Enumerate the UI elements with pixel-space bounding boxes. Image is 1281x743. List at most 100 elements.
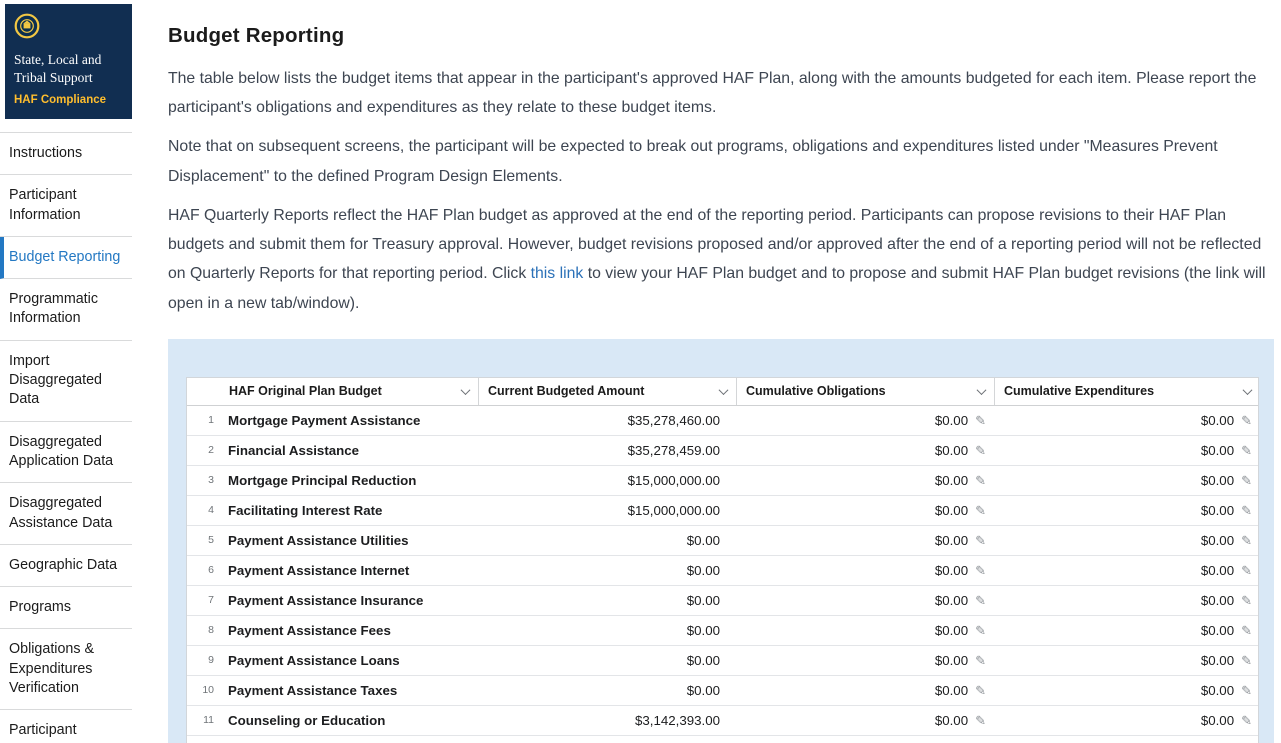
edit-pencil-icon[interactable]: ✎ xyxy=(975,624,986,637)
table-row: 1Mortgage Payment Assistance$35,278,460.… xyxy=(187,406,1258,436)
sidebar-item-budget-reporting[interactable]: Budget Reporting xyxy=(0,237,132,279)
row-number: 11 xyxy=(187,714,221,726)
cumulative-obligations: $0.00✎ xyxy=(736,563,994,578)
edit-pencil-icon[interactable]: ✎ xyxy=(1241,414,1252,427)
current-budgeted-amount: $0.00 xyxy=(478,533,736,548)
edit-pencil-icon[interactable]: ✎ xyxy=(975,684,986,697)
cumulative-expenditures: $0.00✎ xyxy=(994,503,1260,518)
edit-pencil-icon[interactable]: ✎ xyxy=(1241,474,1252,487)
column-header-label: HAF Original Plan Budget xyxy=(229,384,382,398)
sidebar-header: State, Local and Tribal Support HAF Comp… xyxy=(5,4,132,119)
budget-item-name: Payment Assistance Utilities xyxy=(221,533,478,548)
cumulative-obligations: $0.00 ✎ xyxy=(736,713,994,728)
table-row: 11Counseling or Education$3,142,393.00$0… xyxy=(187,706,1258,736)
sidebar-item-disaggregated-assistance-data[interactable]: Disaggregated Assistance Data xyxy=(0,483,132,545)
amount-value: $0.00 xyxy=(1201,593,1234,608)
row-number: 1 xyxy=(187,414,221,426)
budget-item-name: Payment Assistance Fees xyxy=(221,623,478,638)
current-budgeted-amount: $0.00 xyxy=(478,623,736,638)
edit-pencil-icon[interactable]: ✎ xyxy=(975,534,986,547)
cumulative-obligations: $0.00 ✎ xyxy=(736,653,994,668)
amount-value: $0.00 xyxy=(935,443,968,458)
edit-pencil-icon[interactable]: ✎ xyxy=(1241,714,1252,727)
row-number: 7 xyxy=(187,594,221,606)
table-row: 10Payment Assistance Taxes$0.00$0.00✎$0.… xyxy=(187,676,1258,706)
sidebar-item-instructions[interactable]: Instructions xyxy=(0,133,132,175)
table-row: 6Payment Assistance Internet$0.00$0.00✎$… xyxy=(187,556,1258,586)
edit-pencil-icon[interactable]: ✎ xyxy=(975,474,986,487)
sidebar-item-programs[interactable]: Programs xyxy=(0,587,132,629)
chevron-down-icon[interactable] xyxy=(461,385,471,395)
budget-item-name: Mortgage Principal Reduction xyxy=(221,473,478,488)
sidebar-item-obligations-expenditures-verification[interactable]: Obligations & Expenditures Verification xyxy=(0,629,132,710)
row-number: 2 xyxy=(187,444,221,456)
budget-item-name: Payment Assistance Loans xyxy=(221,653,478,668)
column-header-haf-original-plan-budget[interactable]: HAF Original Plan Budget xyxy=(187,378,478,405)
edit-pencil-icon[interactable]: ✎ xyxy=(975,444,986,457)
row-number: 4 xyxy=(187,504,221,516)
cumulative-obligations: $0.00 ✎ xyxy=(736,503,994,518)
amount-value: $0.00 xyxy=(935,653,968,668)
row-number: 9 xyxy=(187,654,221,666)
amount-value: $0.00 xyxy=(935,473,968,488)
cumulative-expenditures: $0.00✎ xyxy=(994,623,1260,638)
sidebar-item-geographic-data[interactable]: Geographic Data xyxy=(0,545,132,587)
budget-item-name: Payment Assistance Insurance xyxy=(221,593,478,608)
cumulative-expenditures: $0.00 ✎ xyxy=(994,593,1260,608)
edit-pencil-icon[interactable]: ✎ xyxy=(1241,684,1252,697)
sidebar-item-programmatic-information[interactable]: Programmatic Information xyxy=(0,279,132,341)
cumulative-obligations: $0.00 ✎ xyxy=(736,473,994,488)
sidebar-item-participant[interactable]: Participant xyxy=(0,710,132,743)
edit-pencil-icon[interactable]: ✎ xyxy=(1241,654,1252,667)
sidebar-item-participant-information[interactable]: Participant Information xyxy=(0,175,132,237)
column-header-current-budgeted-amount[interactable]: Current Budgeted Amount xyxy=(478,378,736,405)
edit-pencil-icon[interactable]: ✎ xyxy=(975,414,986,427)
haf-plan-budget-link[interactable]: this link xyxy=(531,265,584,282)
edit-pencil-icon[interactable]: ✎ xyxy=(975,594,986,607)
column-header-cumulative-obligations[interactable]: Cumulative Obligations xyxy=(736,378,994,405)
current-budgeted-amount: $0.00 xyxy=(478,653,736,668)
app-layout: State, Local and Tribal Support HAF Comp… xyxy=(0,0,1281,743)
cumulative-obligations: $0.00✎ xyxy=(736,593,994,608)
sidebar-item-import-disaggregated-data[interactable]: Import Disaggregated Data xyxy=(0,341,132,422)
table-row: 4Facilitating Interest Rate$15,000,000.0… xyxy=(187,496,1258,526)
column-header-label: Current Budgeted Amount xyxy=(488,384,644,398)
chevron-down-icon[interactable] xyxy=(719,385,729,395)
cumulative-obligations: $0.00✎ xyxy=(736,623,994,638)
budget-table: HAF Original Plan Budget Current Budgeted… xyxy=(186,377,1259,743)
amount-value: $0.00 xyxy=(1201,683,1234,698)
column-header-cumulative-expenditures[interactable]: Cumulative Expenditures xyxy=(994,378,1260,405)
amount-value: $0.00 xyxy=(935,503,968,518)
edit-pencil-icon[interactable]: ✎ xyxy=(1241,534,1252,547)
chevron-down-icon[interactable] xyxy=(1243,385,1253,395)
amount-value: $0.00 xyxy=(935,713,968,728)
current-budgeted-amount: $35,278,460.00 xyxy=(478,413,736,428)
cumulative-obligations: $0.00 ✎ xyxy=(736,413,994,428)
row-number: 6 xyxy=(187,564,221,576)
edit-pencil-icon[interactable]: ✎ xyxy=(1241,594,1252,607)
edit-pencil-icon[interactable]: ✎ xyxy=(1241,624,1252,637)
column-header-label: Cumulative Obligations xyxy=(746,384,886,398)
table-header-row: HAF Original Plan Budget Current Budgeted… xyxy=(187,378,1258,406)
edit-pencil-icon[interactable]: ✎ xyxy=(1241,504,1252,517)
table-row: 7Payment Assistance Insurance $0.00 $0.00✎… xyxy=(187,586,1258,616)
cumulative-expenditures: $0.00✎ xyxy=(994,473,1260,488)
amount-value: $0.00 xyxy=(1201,713,1234,728)
org-subtitle: HAF Compliance xyxy=(14,94,123,106)
current-budgeted-amount: $0.00 xyxy=(478,683,736,698)
edit-pencil-icon[interactable]: ✎ xyxy=(975,714,986,727)
note-paragraph: Note that on subsequent screens, the par… xyxy=(168,132,1274,190)
edit-pencil-icon[interactable]: ✎ xyxy=(1241,564,1252,577)
cumulative-expenditures: $0.00 ✎ xyxy=(994,713,1260,728)
amount-value: $0.00 xyxy=(935,413,968,428)
cumulative-expenditures: $0.00✎ xyxy=(994,443,1260,458)
table-body: 1Mortgage Payment Assistance$35,278,460.… xyxy=(187,406,1258,743)
edit-pencil-icon[interactable]: ✎ xyxy=(975,654,986,667)
page-title: Budget Reporting xyxy=(168,24,1274,48)
sidebar-item-disaggregated-application-data[interactable]: Disaggregated Application Data xyxy=(0,422,132,484)
edit-pencil-icon[interactable]: ✎ xyxy=(975,564,986,577)
chevron-down-icon[interactable] xyxy=(977,385,987,395)
sidebar: State, Local and Tribal Support HAF Comp… xyxy=(0,0,138,743)
edit-pencil-icon[interactable]: ✎ xyxy=(1241,444,1252,457)
edit-pencil-icon[interactable]: ✎ xyxy=(975,504,986,517)
